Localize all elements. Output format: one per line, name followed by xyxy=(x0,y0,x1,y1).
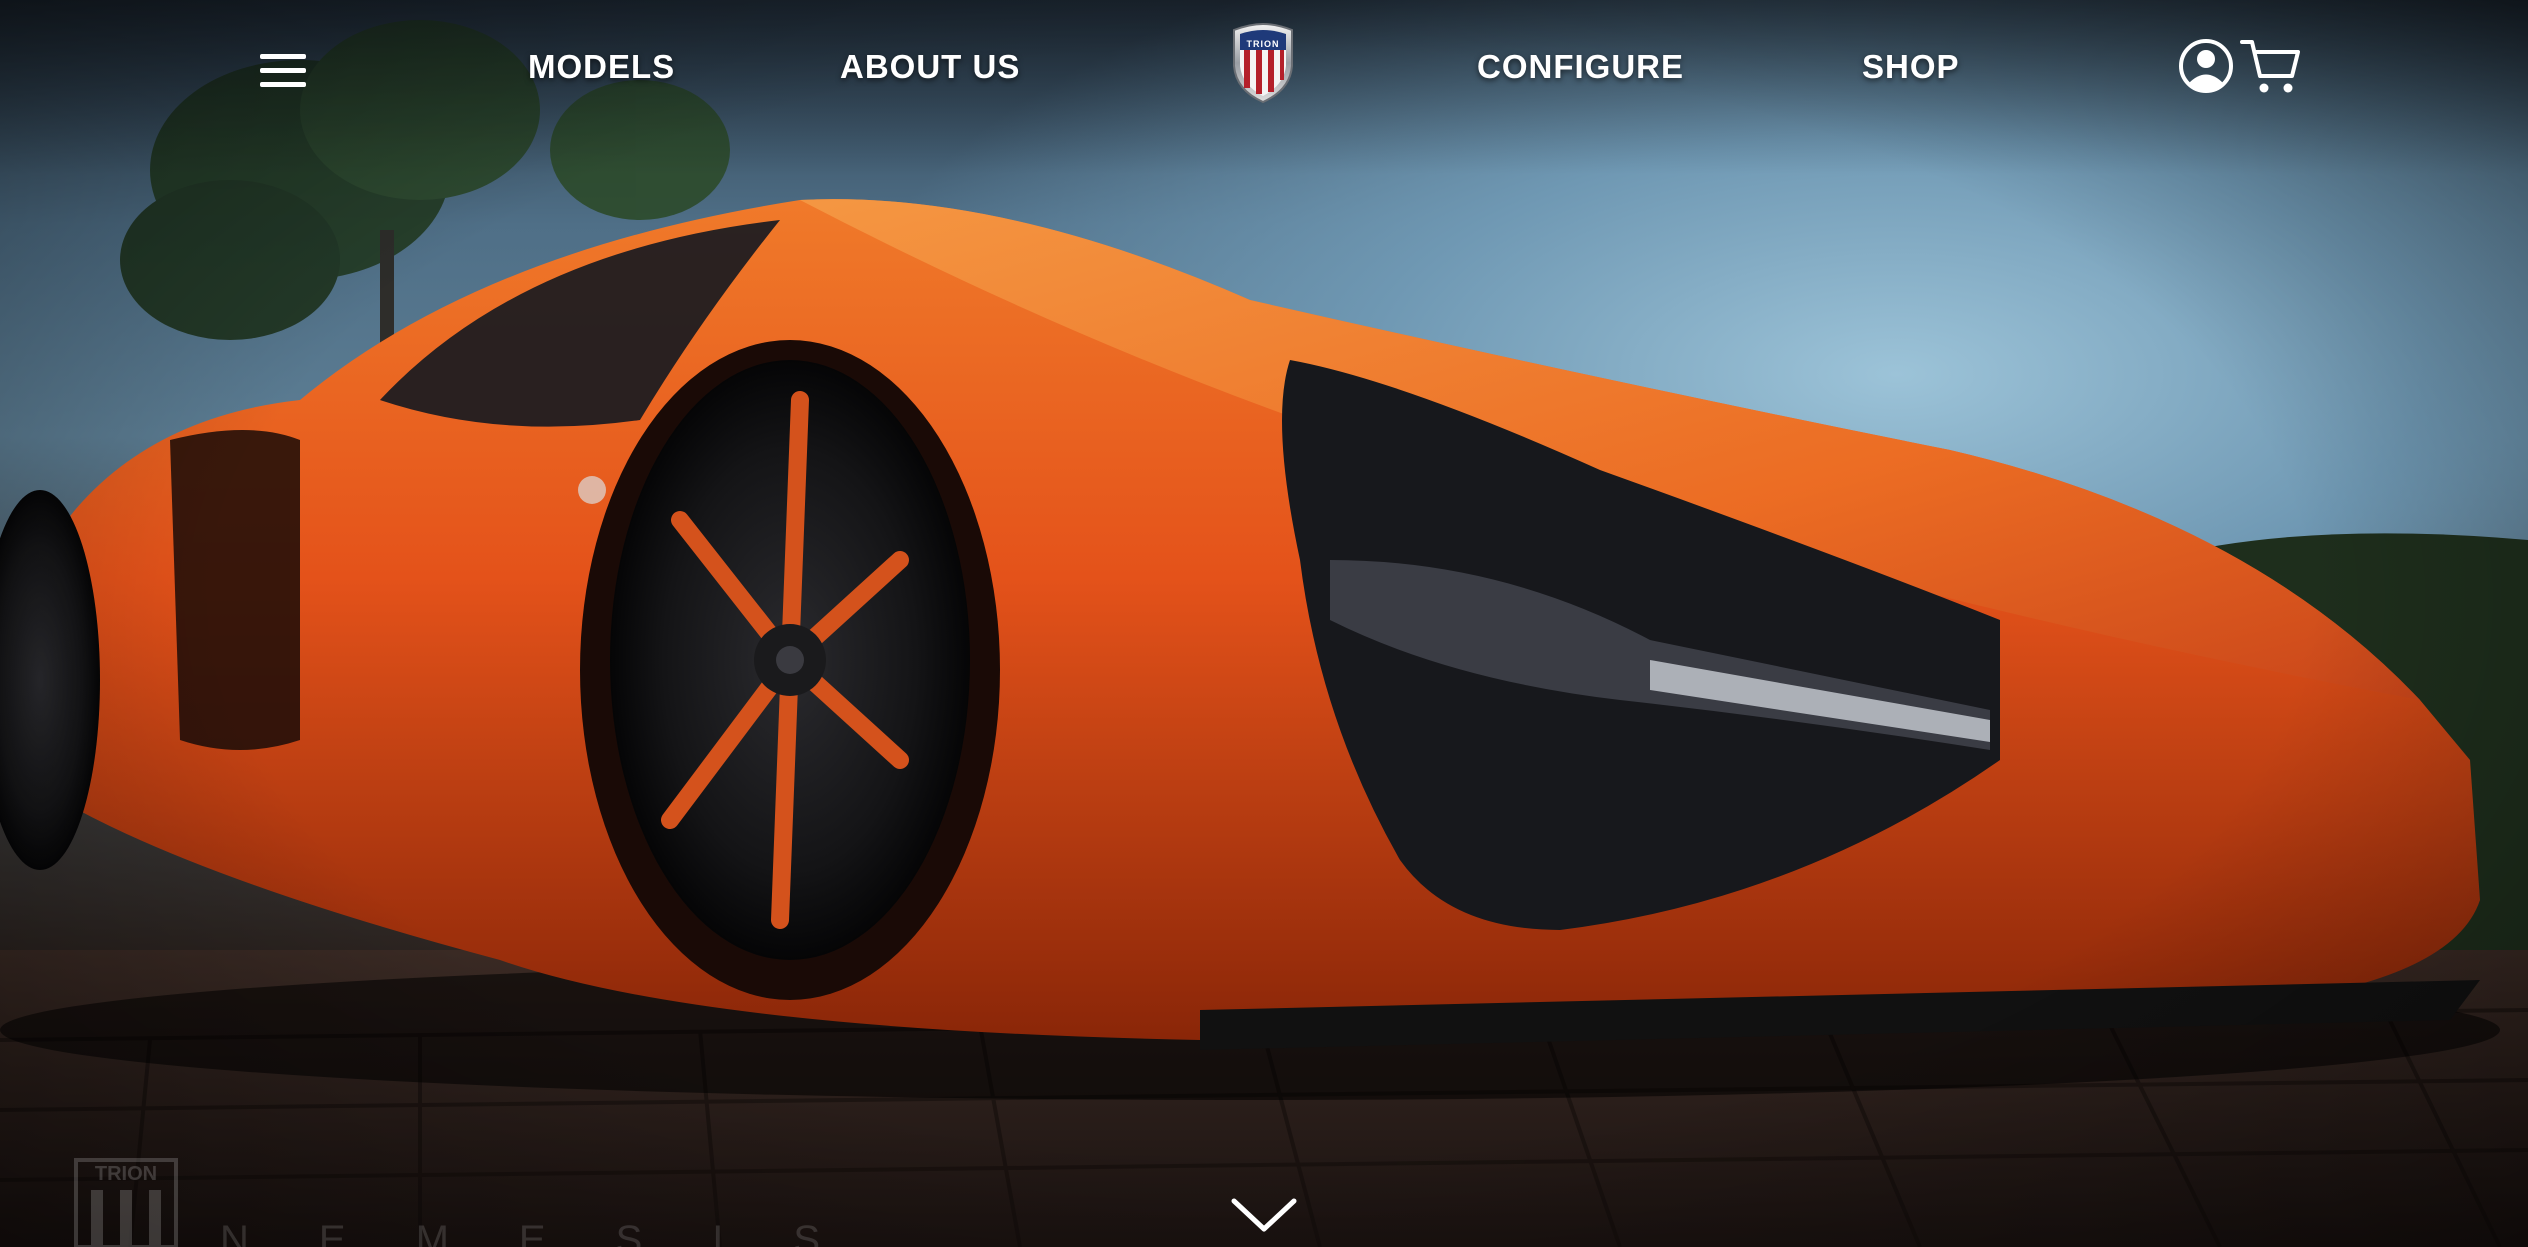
shield-logo-icon xyxy=(1233,22,1293,104)
shopping-cart-icon[interactable] xyxy=(2240,36,2302,96)
hero-car-illustration xyxy=(0,20,2528,1247)
brand-logo[interactable]: TRION xyxy=(1230,22,1296,104)
nav-link-configure[interactable]: CONFIGURE xyxy=(1477,48,1684,86)
nav-link-models[interactable]: MODELS xyxy=(528,48,675,86)
menu-bar xyxy=(260,82,306,87)
watermark-text: NEMESIS xyxy=(220,1218,891,1247)
logo-text: TRION xyxy=(1246,39,1280,49)
user-circle-icon[interactable] xyxy=(2178,38,2234,94)
nav-link-shop[interactable]: SHOP xyxy=(1862,48,1960,86)
watermark-logo: TRION xyxy=(74,1158,178,1247)
nav-link-about-us[interactable]: ABOUT US xyxy=(840,48,1020,86)
hero-image xyxy=(0,0,2528,1247)
hamburger-menu-icon[interactable] xyxy=(258,50,308,90)
chevron-down-icon[interactable] xyxy=(1230,1195,1298,1235)
menu-bar xyxy=(260,54,306,59)
menu-bar xyxy=(260,68,306,73)
front-wheel xyxy=(580,340,1000,1000)
top-nav: MODELS ABOUT US TRION CONFIGURE SHOP xyxy=(0,0,2528,140)
watermark-logo-text: TRION xyxy=(95,1163,157,1185)
page: TRION NEMESIS MODELS ABOUT US TRION CONF… xyxy=(0,0,2528,1247)
